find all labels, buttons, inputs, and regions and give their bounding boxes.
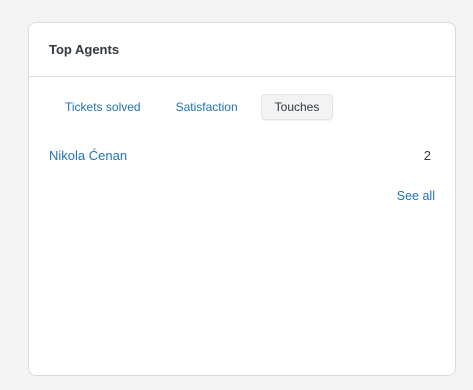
- agent-row: Nikola Ćenan 2: [49, 148, 435, 163]
- agent-touches-count: 2: [423, 148, 431, 163]
- tab-tickets-solved[interactable]: Tickets solved: [53, 94, 153, 120]
- metric-tabs: Tickets solved Satisfaction Touches: [53, 94, 334, 120]
- widget-header: Top Agents: [29, 23, 455, 77]
- agent-name-link[interactable]: Nikola Ćenan: [49, 148, 127, 163]
- widget-title: Top Agents: [49, 42, 120, 57]
- tab-touches[interactable]: Touches: [260, 94, 334, 120]
- tab-satisfaction[interactable]: Satisfaction: [164, 94, 250, 120]
- see-all-link[interactable]: See all: [397, 189, 435, 203]
- top-agents-widget: Top Agents Tickets solved Satisfaction T…: [28, 22, 456, 376]
